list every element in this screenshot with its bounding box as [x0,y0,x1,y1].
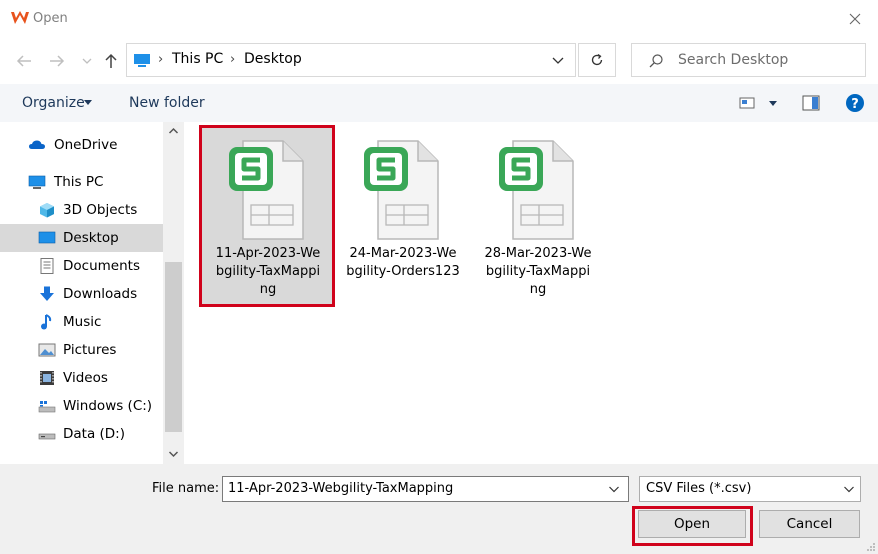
preview-pane-icon[interactable] [802,95,820,111]
file-name-label: 11-Apr-2023-We bgility-TaxMappi ng [206,245,330,299]
pictures-icon [38,343,56,357]
csv-file-icon [364,140,439,240]
onedrive-icon [29,140,45,149]
sidebar-item-downloads[interactable]: Downloads [0,280,163,308]
file-name-line: ng [259,282,277,297]
sidebar-item-data-d[interactable]: Data (D:) [0,420,163,448]
sidebar-item-videos[interactable]: Videos [0,364,163,392]
3d-objects-icon [40,203,54,218]
address-dropdown-icon[interactable] [551,54,565,66]
view-dropdown-icon[interactable] [769,101,777,106]
sidebar-item-label: Data (D:) [63,426,126,442]
scrollbar-thumb[interactable] [165,262,182,432]
sidebar-item-label: Music [63,314,102,330]
close-icon [849,13,861,25]
sidebar-item-windows-c[interactable]: Windows (C:) [0,392,163,420]
file-name-dropdown-icon[interactable] [608,485,620,493]
title-bar: Open [0,0,878,38]
resize-grip-icon[interactable] [866,542,876,552]
footer-panel: File name: 11-Apr-2023-Webgility-TaxMapp… [0,464,878,554]
videos-icon [40,371,54,385]
file-name-line: 28-Mar-2023-We [484,246,592,261]
navigation-scrollbar[interactable] [163,122,184,464]
open-button[interactable]: Open [638,510,746,538]
breadcrumb-desktop[interactable]: Desktop [244,51,302,67]
file-name-line: bgility-TaxMappi [485,264,591,279]
file-name-label: 24-Mar-2023-We bgility-Orders123 [341,245,465,281]
sidebar-item-label: Documents [63,258,140,274]
navigation-bar: › This PC › Desktop Search Desktop [0,38,878,84]
file-name-line: 11-Apr-2023-We [215,246,321,261]
sidebar-item-label: Desktop [63,230,119,246]
search-box[interactable]: Search Desktop [631,43,866,77]
change-view-icon[interactable] [739,96,755,110]
file-type-value: CSV Files (*.csv) [646,481,752,496]
window-title: Open [33,11,68,26]
search-icon [649,54,663,68]
desktop-icon [38,231,56,244]
file-item[interactable]: 24-Mar-2023-We bgility-Orders123 [337,127,469,307]
wps-logo-icon [11,11,29,24]
sidebar-item-label: OneDrive [54,137,118,153]
sidebar-item-label: Pictures [63,342,117,358]
recent-locations-chevron-icon[interactable] [80,52,94,70]
drive-c-icon [38,401,56,413]
file-name-line: ng [529,282,547,297]
this-pc-icon [134,54,150,67]
music-icon [41,314,52,330]
address-bar[interactable]: › This PC › Desktop [126,43,576,77]
file-name-value: 11-Apr-2023-Webgility-TaxMapping [228,481,454,496]
back-arrow-icon[interactable] [13,50,35,72]
sidebar-item-music[interactable]: Music [0,308,163,336]
file-item[interactable]: 11-Apr-2023-We bgility-TaxMappi ng [202,127,334,307]
file-name-label: File name: [152,481,220,496]
help-icon[interactable]: ? [845,93,865,113]
this-pc-icon [28,175,46,189]
csv-file-icon [499,140,574,240]
csv-file-icon [229,140,304,240]
breadcrumb-separator: › [158,52,164,67]
navigation-pane: OneDrive This PC 3D Objects Desktop Docu… [0,122,163,464]
file-name-input[interactable]: 11-Apr-2023-Webgility-TaxMapping [222,476,629,502]
sidebar-item-label: Downloads [63,286,138,302]
breadcrumb-this-pc[interactable]: This PC [172,51,223,67]
drive-d-icon [38,433,56,440]
file-item[interactable]: 28-Mar-2023-We bgility-TaxMappi ng [472,127,604,307]
cancel-button[interactable]: Cancel [759,510,860,538]
search-placeholder: Search Desktop [678,52,789,68]
sidebar-item-onedrive[interactable]: OneDrive [0,131,163,159]
refresh-button[interactable] [578,43,616,77]
chevron-down-icon [844,486,854,493]
file-name-label: 28-Mar-2023-We bgility-TaxMappi ng [476,245,600,299]
organize-dropdown-icon[interactable] [84,100,92,105]
file-name-line: bgility-Orders123 [346,264,460,279]
documents-icon [40,258,54,274]
sidebar-item-label: This PC [54,174,104,190]
sidebar-item-documents[interactable]: Documents [0,252,163,280]
sidebar-item-label: Videos [63,370,108,386]
sidebar-item-3d-objects[interactable]: 3D Objects [0,196,163,224]
sidebar-item-desktop[interactable]: Desktop [0,224,163,252]
file-type-select[interactable]: CSV Files (*.csv) [639,476,861,502]
sidebar-item-pictures[interactable]: Pictures [0,336,163,364]
forward-arrow-icon[interactable] [46,50,68,72]
organize-button[interactable]: Organize [22,95,85,111]
file-list: 11-Apr-2023-We bgility-TaxMappi ng 24-Ma… [184,122,878,464]
command-toolbar: Organize New folder ? [0,84,878,122]
close-button[interactable] [832,0,878,38]
file-name-line: bgility-TaxMappi [215,264,321,279]
refresh-icon [591,53,603,66]
downloads-icon [40,286,54,301]
sidebar-item-label: Windows (C:) [63,398,153,414]
scroll-up-icon[interactable] [168,127,179,135]
scroll-down-icon[interactable] [168,450,179,458]
svg-text:?: ? [851,97,859,112]
breadcrumb-separator: › [230,52,236,67]
sidebar-item-this-pc[interactable]: This PC [0,168,163,196]
file-name-line: 24-Mar-2023-We [349,246,457,261]
new-folder-button[interactable]: New folder [129,95,205,111]
up-arrow-icon[interactable] [100,50,122,72]
sidebar-item-label: 3D Objects [63,202,138,218]
